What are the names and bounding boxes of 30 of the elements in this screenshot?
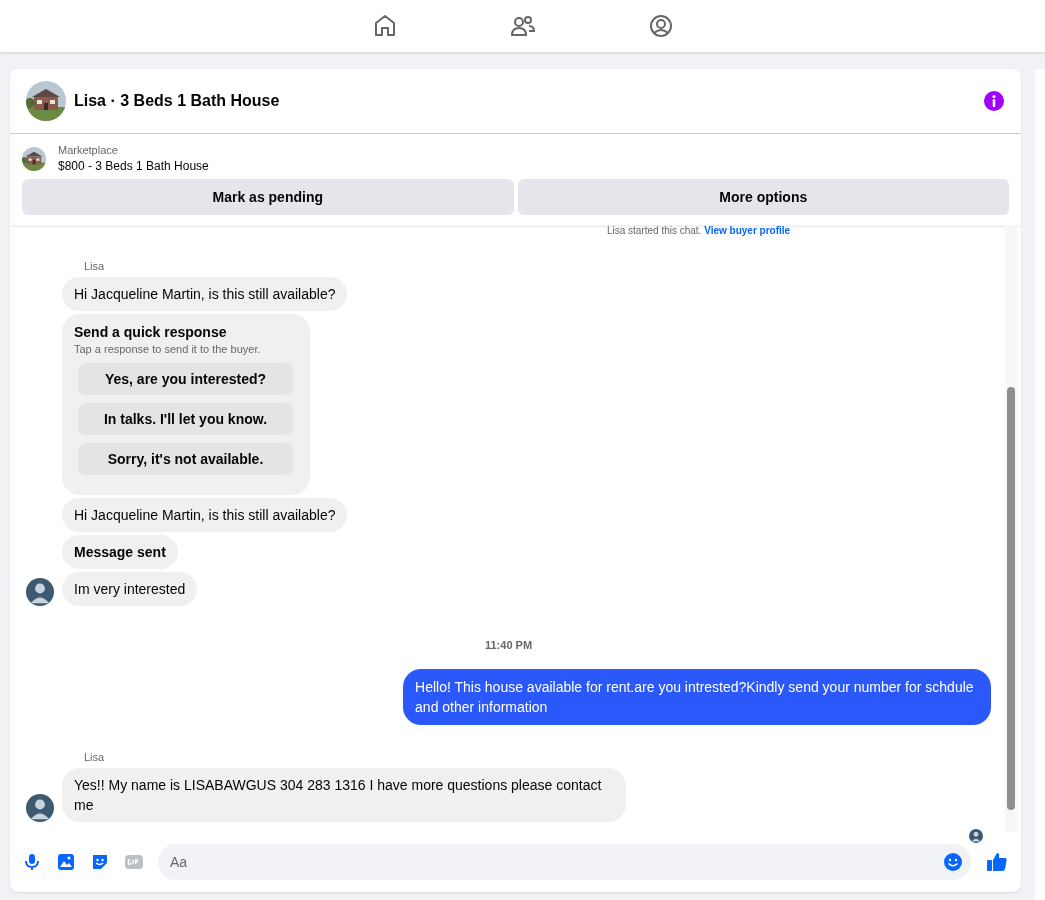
photo-icon[interactable]	[56, 852, 76, 872]
quick-reply-button[interactable]: In talks. I'll let you know.	[78, 403, 293, 435]
sender-name: Lisa	[84, 751, 106, 763]
action-button[interactable]: More options	[517, 179, 1010, 215]
sticker-icon[interactable]	[90, 852, 110, 872]
microphone-icon[interactable]	[22, 852, 42, 872]
card-title: Send a quick response	[74, 324, 228, 340]
chat-intro: Lisa started this chat. View buyer profile	[606, 225, 791, 236]
card-subtitle: Tap a response to send it to the buyer.	[74, 343, 262, 355]
action-button[interactable]: Mark as pending	[22, 179, 514, 215]
sender-name: Lisa	[84, 260, 106, 272]
avatar-icon	[969, 829, 984, 843]
message-bubble: Hi Jacqueline Martin, is this still available?	[62, 498, 348, 532]
message-bubble: Im very interested	[62, 572, 198, 606]
thumbs-up-icon[interactable]	[985, 850, 1010, 874]
message-bubble: Hi Jacqueline Martin, is this still available?	[62, 277, 348, 311]
emoji-icon[interactable]	[943, 852, 964, 872]
message-input[interactable]: Aa	[158, 844, 972, 880]
quick-reply-button[interactable]: Yes, are you interested?	[78, 363, 293, 395]
listing-title: $800 - 3 Beds 1 Bath House	[58, 159, 209, 173]
scrollbar[interactable]	[1005, 225, 1018, 832]
message-bubble: Yes!! My name is LISABAWGUS 304 283 1316 I have more questions please contact me	[62, 768, 626, 822]
timestamp: 11:40 PM	[485, 639, 533, 651]
quick-reply-button[interactable]: Sorry, it's not available.	[78, 443, 293, 475]
conversation-title: Lisa · 3 Beds 1 Bath House	[74, 92, 281, 110]
listing-source: Marketplace	[58, 144, 119, 156]
message-bubble: Hello! This house available for rent.are you intrested?Kindly send your number for schdule and other information	[403, 669, 992, 725]
message-bubble: Message sent	[62, 535, 178, 569]
buyer-profile-link[interactable]: View buyer profile	[704, 225, 791, 236]
info-icon[interactable]	[983, 90, 1006, 112]
